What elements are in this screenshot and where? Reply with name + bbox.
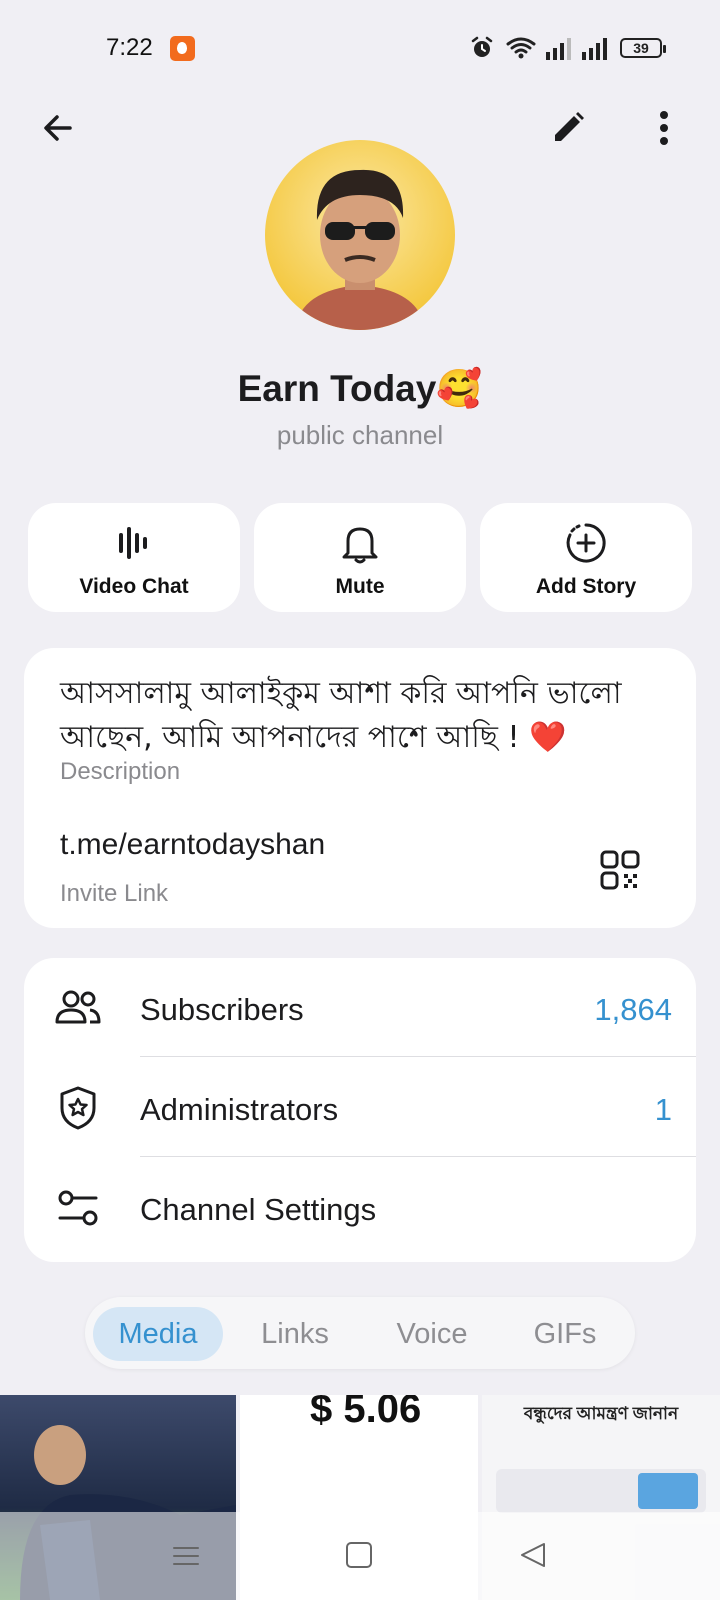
notification-app-icon (170, 36, 195, 61)
mute-label: Mute (335, 575, 385, 598)
channel-description: আসসালামু আলাইকুম আশা করি আপনি ভালো আছেন,… (60, 676, 622, 755)
channel-type: public channel (276, 420, 444, 450)
administrators-row[interactable]: Administrators 1 (24, 1058, 696, 1158)
pencil-icon (555, 112, 584, 141)
invite-link[interactable]: t.me/earntodayshan (60, 828, 325, 862)
channel-info-card: আসসালামু আলাইকুম আশা করি আপনি ভালো আছেন,… (24, 648, 696, 928)
video-chat-icon (119, 527, 147, 559)
divider (140, 1056, 696, 1057)
media-price-text: $ 5.06 (310, 1395, 422, 1431)
channel-avatar[interactable] (265, 140, 455, 330)
bell-icon (342, 527, 378, 564)
arrow-left-icon (44, 115, 72, 141)
subscribers-count: 1,864 (594, 992, 672, 1027)
video-chat-button[interactable]: Video Chat (28, 503, 240, 612)
channel-name: Earn Today🥰 (237, 368, 483, 409)
description-label: Description (60, 758, 181, 785)
settings-sliders-icon (58, 1190, 98, 1226)
tab-links[interactable]: Links (235, 1307, 355, 1361)
video-chat-label: Video Chat (79, 575, 189, 598)
heart-emoji: ❤️ (529, 720, 567, 755)
signal-icon (582, 38, 607, 60)
users-icon (55, 990, 101, 1024)
administrators-label: Administrators (140, 1092, 339, 1127)
subscribers-label: Subscribers (140, 992, 304, 1027)
tab-voice[interactable]: Voice (367, 1307, 497, 1361)
edit-button[interactable] (540, 100, 596, 156)
wifi-icon (506, 37, 536, 59)
more-options-button[interactable] (636, 100, 692, 156)
add-story-button[interactable]: Add Story (480, 503, 692, 612)
qr-code-icon[interactable] (596, 846, 644, 894)
back-triangle-icon[interactable] (518, 1540, 548, 1570)
status-icons: 39 (470, 34, 670, 62)
status-time: 7:22 (106, 34, 153, 61)
mute-button[interactable]: Mute (254, 503, 466, 612)
channel-management-card: Subscribers 1,864 Administrators 1 Chann… (24, 958, 696, 1262)
more-vertical-icon (660, 111, 668, 145)
add-story-icon (566, 523, 606, 563)
home-button[interactable] (346, 1542, 372, 1568)
invite-link-label: Invite Link (60, 880, 169, 907)
signal-icon (546, 38, 571, 60)
media-copy-button (638, 1473, 698, 1509)
recent-apps-icon[interactable] (170, 1542, 202, 1570)
tab-gifs[interactable]: GIFs (505, 1307, 625, 1361)
channel-settings-row[interactable]: Channel Settings (24, 1158, 696, 1258)
administrators-count: 1 (654, 1092, 672, 1127)
media-invite-title: বন্ধুদের আমন্ত্রণ জানান (523, 1404, 679, 1423)
alarm-icon (471, 36, 493, 57)
channel-settings-label: Channel Settings (140, 1192, 377, 1227)
shared-media-tabs: Media Links Voice GIFs (85, 1297, 635, 1369)
back-button[interactable] (30, 100, 86, 156)
battery-indicator: 39 (620, 38, 666, 58)
add-story-label: Add Story (535, 575, 637, 598)
subscribers-row[interactable]: Subscribers 1,864 (24, 958, 696, 1058)
tab-media[interactable]: Media (93, 1307, 223, 1361)
divider (140, 1156, 696, 1157)
avatar-image (265, 140, 455, 330)
status-bar: 7:22 39 (0, 0, 720, 96)
shield-star-icon (60, 1086, 96, 1130)
system-navigation-bar (0, 1512, 720, 1600)
